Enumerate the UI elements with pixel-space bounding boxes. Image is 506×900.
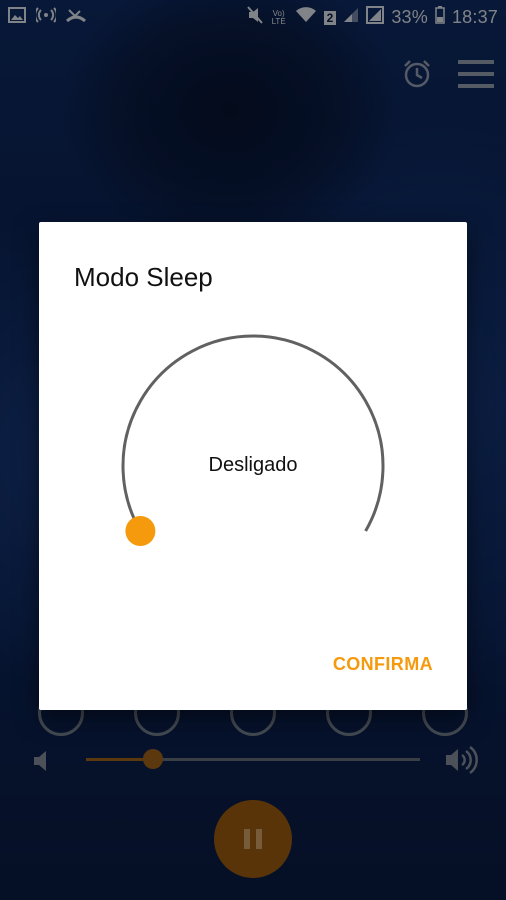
sleep-mode-dialog: Modo Sleep Desligado CONFIRMA	[39, 222, 467, 710]
confirm-button[interactable]: CONFIRMA	[333, 654, 433, 675]
dial-knob[interactable]	[125, 516, 156, 546]
dial-value-label: Desligado	[208, 454, 298, 476]
dial-ring	[121, 334, 385, 532]
